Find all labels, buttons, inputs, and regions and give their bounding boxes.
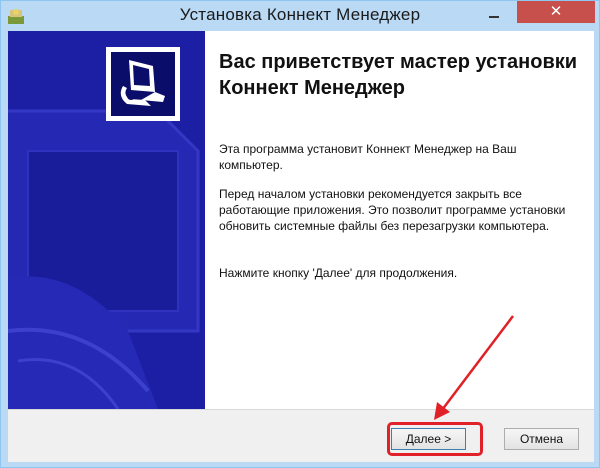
title-bar[interactable]: Установка Коннект Менеджер ✕ (1, 1, 599, 31)
button-bar: Далее > Отмена (8, 410, 594, 462)
minimize-button[interactable] (481, 3, 507, 23)
intro-paragraph: Эта программа установит Коннект Менеджер… (219, 142, 517, 172)
wizard-content: Вас приветствует мастер установки Коннек… (8, 31, 594, 462)
computer-install-icon (111, 52, 175, 116)
welcome-heading: Вас приветствует мастер установки Коннек… (219, 51, 578, 99)
installer-logo (106, 47, 180, 121)
cancel-button[interactable]: Отмена (504, 428, 579, 450)
wizard-sidebar-banner (8, 31, 205, 409)
close-button[interactable]: ✕ (517, 1, 595, 23)
continue-instruction: Нажмите кнопку 'Далее' для продолжения. (219, 266, 458, 280)
close-apps-paragraph: Перед началом установки рекомендуется за… (219, 187, 566, 233)
installer-window: Установка Коннект Менеджер ✕ Вас приветс… (0, 0, 600, 468)
window-title: Установка Коннект Менеджер (179, 5, 421, 24)
next-button-highlight (387, 422, 483, 456)
